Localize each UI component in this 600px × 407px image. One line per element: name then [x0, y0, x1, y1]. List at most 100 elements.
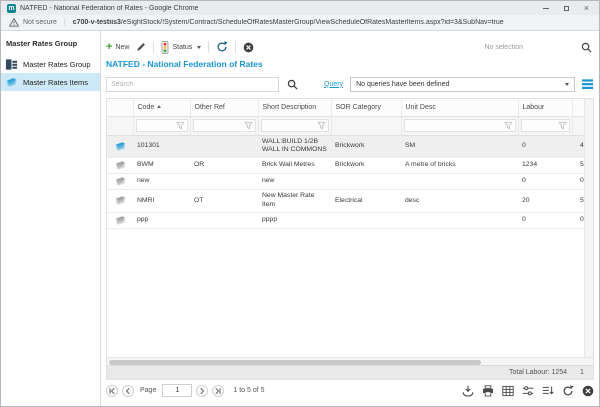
- saved-queries-icon[interactable]: [581, 78, 594, 90]
- sidebar-item-label: Master Rates Group: [23, 60, 91, 69]
- sidebar-item-master-rates-items[interactable]: Master Rates Items: [1, 73, 100, 91]
- toolbar-divider: [208, 41, 209, 53]
- new-button[interactable]: + New: [106, 42, 129, 53]
- funnel-icon[interactable]: [558, 121, 567, 130]
- column-header-unit-desc[interactable]: Unit Desc: [401, 99, 518, 116]
- edit-button[interactable]: [136, 42, 146, 52]
- cell-sor-category: Electrical: [331, 190, 401, 213]
- cell-sor-category: [331, 174, 401, 190]
- cell-short-description: WALL:BUILD 1/2B WALL IN COMMONS: [258, 135, 331, 158]
- cancel-icon: [243, 42, 254, 53]
- cell-code: 101301: [133, 135, 190, 158]
- record-range-label: 1 to 5 of 5: [233, 387, 264, 394]
- filter-row: [107, 116, 584, 135]
- table-row[interactable]: BWM OR Brick Wall Metres Brickwork A met…: [107, 158, 584, 174]
- column-header-code[interactable]: Code: [133, 99, 190, 116]
- next-page-button[interactable]: [196, 385, 208, 397]
- minimize-icon[interactable]: [543, 8, 549, 9]
- cell-unit-desc: [401, 174, 518, 190]
- column-header-sor-category[interactable]: SOR Category: [331, 99, 401, 116]
- column-header-other-ref[interactable]: Other Ref: [190, 99, 258, 116]
- page-title: NATFED - National Federation of Rates: [106, 59, 594, 69]
- page-label: Page: [140, 387, 156, 394]
- code-filter-input[interactable]: [136, 119, 188, 132]
- refresh-icon: [216, 41, 228, 53]
- cell-labour: 0: [518, 212, 572, 228]
- other-ref-filter-input[interactable]: [193, 119, 256, 132]
- cell-code: BWM: [133, 158, 190, 174]
- search-input[interactable]: [106, 77, 279, 92]
- pencil-icon: [136, 42, 146, 52]
- column-header-short-description[interactable]: Short Description: [258, 99, 331, 116]
- funnel-icon[interactable]: [244, 121, 253, 130]
- query-link[interactable]: Query: [324, 81, 343, 88]
- rate-item-icon-cell: [107, 158, 133, 174]
- query-select[interactable]: No queries have been defined: [350, 77, 575, 92]
- cancel-icon[interactable]: [582, 385, 594, 397]
- horizontal-scrollbar-thumb[interactable]: [109, 360, 481, 365]
- cell-sor-category: [331, 212, 401, 228]
- first-page-button[interactable]: [106, 385, 118, 397]
- rate-item-icon: [114, 195, 127, 206]
- labour-filter-input[interactable]: [521, 119, 570, 132]
- export-icon[interactable]: [462, 385, 474, 397]
- vertical-scrollbar[interactable]: [584, 99, 593, 357]
- table-row[interactable]: new new 0 0: [107, 174, 584, 190]
- refresh-icon[interactable]: [562, 385, 574, 397]
- status-button[interactable]: Status: [161, 41, 201, 54]
- rate-item-icon: [114, 160, 127, 171]
- sidebar-item-master-rates-group[interactable]: Master Rates Group: [1, 55, 100, 73]
- print-icon[interactable]: [482, 385, 494, 397]
- search-icon[interactable]: [581, 42, 592, 53]
- column-list-icon[interactable]: [542, 385, 554, 397]
- cell-short-description: pppp: [258, 212, 331, 228]
- funnel-icon[interactable]: [176, 121, 185, 130]
- cell-other-ref: [190, 212, 258, 228]
- table-row[interactable]: NMRI OT New Master Rate Item Electrical …: [107, 190, 584, 213]
- security-label[interactable]: Not secure: [23, 19, 57, 26]
- sidebar: Master Rates Group Master Rates Group Ma…: [1, 31, 101, 406]
- column-header-clipped: [572, 99, 584, 116]
- filter-settings-icon[interactable]: [522, 385, 534, 397]
- last-page-button[interactable]: [212, 385, 224, 397]
- main-panel: + New Status: [101, 31, 599, 406]
- plus-icon: +: [106, 42, 112, 53]
- url-separator: |: [64, 19, 66, 26]
- refresh-button[interactable]: [216, 41, 228, 53]
- cell-next-col-clipped: 0: [572, 212, 584, 228]
- table-row[interactable]: ppp pppp 0 0: [107, 212, 584, 228]
- maximize-icon[interactable]: [564, 6, 569, 11]
- column-header-labour[interactable]: Labour: [518, 99, 572, 116]
- address-bar[interactable]: Not secure | c700-v-testiis3/eSightStock…: [1, 15, 599, 31]
- short-description-filter-input[interactable]: [261, 119, 329, 132]
- cell-next-col-clipped: 4: [572, 135, 584, 158]
- rates-grid: Code Other Ref Short Description SOR Cat…: [106, 98, 594, 380]
- funnel-icon[interactable]: [504, 121, 513, 130]
- funnel-icon[interactable]: [317, 121, 326, 130]
- close-icon[interactable]: ×: [584, 4, 589, 13]
- sort-ascending-icon: [157, 105, 161, 108]
- table-row[interactable]: 101301 WALL:BUILD 1/2B WALL IN COMMONS B…: [107, 135, 584, 158]
- unit-desc-filter-input[interactable]: [404, 119, 516, 132]
- url-path: /eSightStock/!System/Contract/ScheduleOf…: [121, 19, 504, 26]
- window-controls: ×: [543, 4, 593, 13]
- cell-other-ref: OR: [190, 158, 258, 174]
- search-icon[interactable]: [287, 79, 298, 90]
- url-text[interactable]: c700-v-testiis3/eSightStock/!System/Cont…: [73, 19, 504, 26]
- page-number-input[interactable]: [162, 384, 192, 397]
- cell-short-description: new: [258, 174, 331, 190]
- rate-item-icon-cell: [107, 190, 133, 213]
- site-favicon: m: [7, 4, 16, 13]
- browser-titlebar: m NATFED - National Federation of Rates …: [1, 1, 599, 15]
- rates-table: Code Other Ref Short Description SOR Cat…: [107, 99, 585, 229]
- window-title: NATFED - National Federation of Rates - …: [20, 5, 539, 12]
- table-columns-icon[interactable]: [502, 385, 514, 397]
- cell-next-col-clipped: 5: [572, 190, 584, 213]
- toolbar-divider: [153, 41, 154, 53]
- horizontal-scrollbar[interactable]: [107, 357, 593, 365]
- cancel-button[interactable]: [243, 42, 254, 53]
- new-button-label: New: [115, 44, 129, 51]
- prev-page-button[interactable]: [122, 385, 134, 397]
- app-frame: Master Rates Group Master Rates Group Ma…: [1, 31, 599, 406]
- rate-item-icon-cell: [107, 135, 133, 158]
